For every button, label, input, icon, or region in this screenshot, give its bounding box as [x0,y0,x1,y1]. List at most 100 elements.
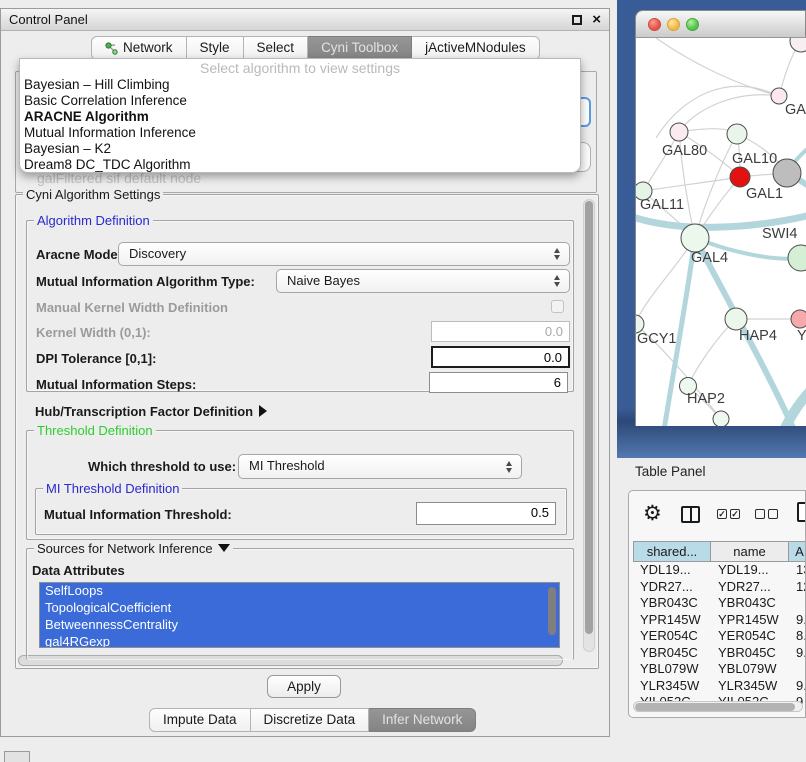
network-node-gal1[interactable] [730,167,750,187]
node-label: HAP4 [739,328,777,344]
list-item[interactable]: BetweennessCentrality [40,617,559,634]
network-graph: GAL8 GAL80 GAL10 GAL1 GAL11 GAL4 SWI4 GC… [636,38,806,426]
dropdown-item[interactable]: Basic Correlation Inference [20,93,580,109]
tab-infer-network[interactable]: Infer Network [369,708,476,732]
spinner-arrows-icon [506,461,513,473]
export-table-icon[interactable] [797,502,806,522]
network-node[interactable] [727,124,747,144]
cell: YDL19... [633,562,711,579]
cyni-algorithm-settings-group: Cyni Algorithm Settings Algorithm Defini… [15,194,599,669]
network-node[interactable] [713,411,729,426]
table-row[interactable]: YBR045CYBR045C9. [633,645,806,662]
network-node[interactable] [670,123,688,141]
hub-definition-section[interactable]: Hub/Transcription Factor Definition [35,403,267,421]
tab-jactivemnodules[interactable]: jActiveMNodules [412,36,540,60]
list-item[interactable]: gal4RGexp [40,634,559,648]
mi-steps-field[interactable]: 6 [429,372,568,393]
tab-cyni-toolbox[interactable]: Cyni Toolbox [308,36,412,60]
column-header-partial[interactable]: A [789,541,806,562]
network-icon [105,42,118,55]
column-header-name[interactable]: name [711,541,789,562]
group-title: Threshold Definition [34,423,156,438]
minimize-traffic-light[interactable] [667,18,680,31]
cell: YDR27... [633,579,711,596]
zoom-traffic-light[interactable] [686,18,699,31]
cell: YBR043C [711,595,789,612]
manual-kernel-checkbox[interactable] [551,300,564,313]
tab-label: Select [257,37,295,59]
bottom-tabbar: Impute Data Discretize Data Infer Networ… [149,708,476,732]
table-horizontal-scrollbar[interactable] [633,701,803,712]
table-row[interactable]: YBL079WYBL079W [633,661,806,678]
cell: YBL079W [711,661,789,678]
table-row[interactable]: YPR145WYPR145W9. [633,612,806,629]
cell: 9. [789,612,806,629]
sources-title: Sources for Network Inference [37,541,213,556]
control-panel-titlebar[interactable]: Control Panel × [1,9,609,31]
dropdown-placeholder: Select algorithm to view settings [20,60,580,77]
which-threshold-combobox[interactable]: MI Threshold [238,454,522,479]
list-item[interactable]: SelfLoops [40,583,559,600]
cell: YPR145W [711,612,789,629]
node-label: SWI4 [762,226,797,242]
expand-right-icon[interactable] [259,405,267,417]
kernel-width-field[interactable]: 0.0 [431,321,570,342]
tab-style[interactable]: Style [187,36,244,60]
mi-type-label: Mutual Information Algorithm Type: [36,274,255,289]
dpi-tolerance-field[interactable]: 0.0 [431,346,570,368]
dropdown-item[interactable]: Mutual Information Inference [20,125,580,141]
sources-group: Sources for Network Inference Data Attri… [26,548,574,660]
group-title: MI Threshold Definition [43,481,182,496]
cell [789,661,806,678]
settings-vertical-scrollbar[interactable] [583,199,595,652]
mi-type-combobox[interactable]: Naive Bayes [276,269,570,293]
dropdown-item[interactable]: Bayesian – K2 [20,141,580,157]
list-item[interactable]: TopologicalCoefficient [40,600,559,617]
node-label: HAP2 [687,391,725,407]
kernel-width-label: Kernel Width (0,1): [36,325,151,340]
mi-threshold-group: MI Threshold Definition Mutual Informati… [35,488,567,535]
network-node[interactable] [788,245,806,271]
table-row[interactable]: YDR27...YDR27...12 [633,579,806,596]
collapse-down-icon[interactable] [218,544,230,552]
table-row[interactable]: YLR345WYLR345W9. [633,678,806,695]
network-node[interactable] [773,159,801,187]
select-all-checkboxes-icon[interactable]: ✓ ✓ [717,509,740,519]
combobox-value: Discovery [129,246,186,261]
close-icon[interactable]: × [592,10,601,30]
control-panel-title: Control Panel [9,12,88,27]
columns-icon[interactable] [681,506,700,523]
network-node[interactable] [681,224,709,252]
list-scrollbar[interactable] [548,587,556,635]
data-attributes-list[interactable]: SelfLoops TopologicalCoefficient Between… [39,582,560,648]
tab-network[interactable]: Network [91,36,187,60]
unselect-all-checkboxes-icon[interactable] [755,509,778,519]
gear-icon[interactable]: ⚙ [643,503,662,525]
table-row[interactable]: YDL19...YDL19...13 [633,562,806,579]
table-row[interactable]: YER054CYER054C8. [633,628,806,645]
network-canvas[interactable]: GAL8 GAL80 GAL10 GAL1 GAL11 GAL4 SWI4 GC… [635,38,806,426]
dropdown-item[interactable]: Dream8 DC_TDC Algorithm [20,157,580,173]
tab-select[interactable]: Select [244,36,309,60]
network-node[interactable] [791,310,806,328]
apply-button[interactable]: Apply [267,675,341,698]
table-row[interactable]: YBR043CYBR043C [633,595,806,612]
close-traffic-light[interactable] [648,18,661,31]
collapsed-panel-button[interactable] [4,751,30,762]
dropdown-item[interactable]: Bayesian – Hill Climbing [20,77,580,93]
dropdown-item-aracne[interactable]: ARACNE Algorithm [20,109,580,125]
column-header-shared-name[interactable]: shared... [633,541,711,562]
screen: Control Panel × Network Style Select Cyn… [0,0,806,762]
network-node[interactable] [725,308,747,330]
network-window-titlebar[interactable] [635,10,806,38]
mi-steps-label: Mutual Information Steps: [36,377,196,392]
tab-discretize-data[interactable]: Discretize Data [251,708,370,732]
cell: YER054C [711,628,789,645]
mi-threshold-field[interactable]: 0.5 [416,502,556,525]
aracne-mode-combobox[interactable]: Discovery [118,242,570,266]
combobox-value: MI Threshold [249,458,325,473]
tab-label: Discretize Data [264,709,356,731]
network-node[interactable] [790,38,806,52]
float-window-icon[interactable] [572,15,582,25]
tab-impute-data[interactable]: Impute Data [149,708,251,732]
